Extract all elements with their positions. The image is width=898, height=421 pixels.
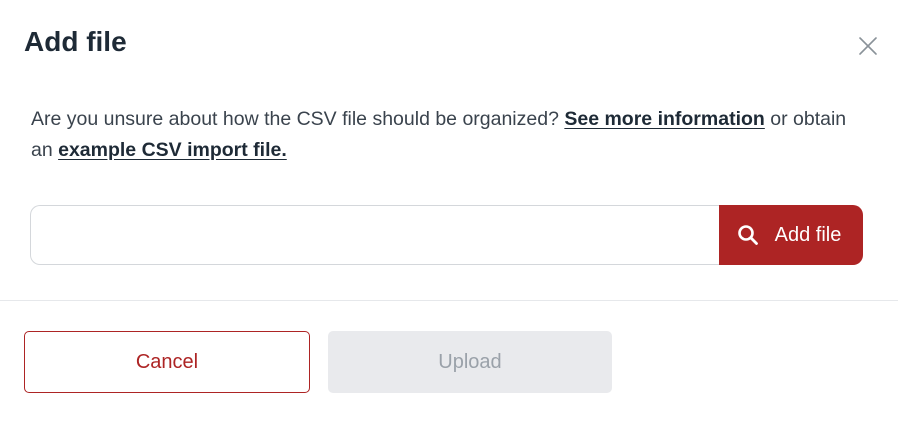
file-picker: Add file — [30, 205, 863, 265]
close-icon — [859, 37, 877, 55]
cancel-button[interactable]: Cancel — [24, 331, 310, 393]
info-text-before: Are you unsure about how the CSV file sh… — [31, 108, 565, 130]
dialog-title: Add file — [24, 26, 127, 57]
see-more-information-link[interactable]: See more information — [564, 108, 764, 130]
upload-button[interactable]: Upload — [328, 331, 612, 393]
footer-divider — [0, 300, 898, 301]
add-file-button[interactable]: Add file — [719, 205, 863, 265]
example-csv-link[interactable]: example CSV import file. — [58, 139, 287, 161]
close-button[interactable] — [857, 35, 879, 57]
search-icon — [737, 225, 758, 245]
csv-info-text: Are you unsure about how the CSV file sh… — [31, 104, 861, 166]
add-file-button-label: Add file — [774, 223, 842, 246]
add-file-dialog: Add file Are you unsure about how the CS… — [0, 0, 898, 421]
file-path-input[interactable] — [30, 205, 719, 265]
